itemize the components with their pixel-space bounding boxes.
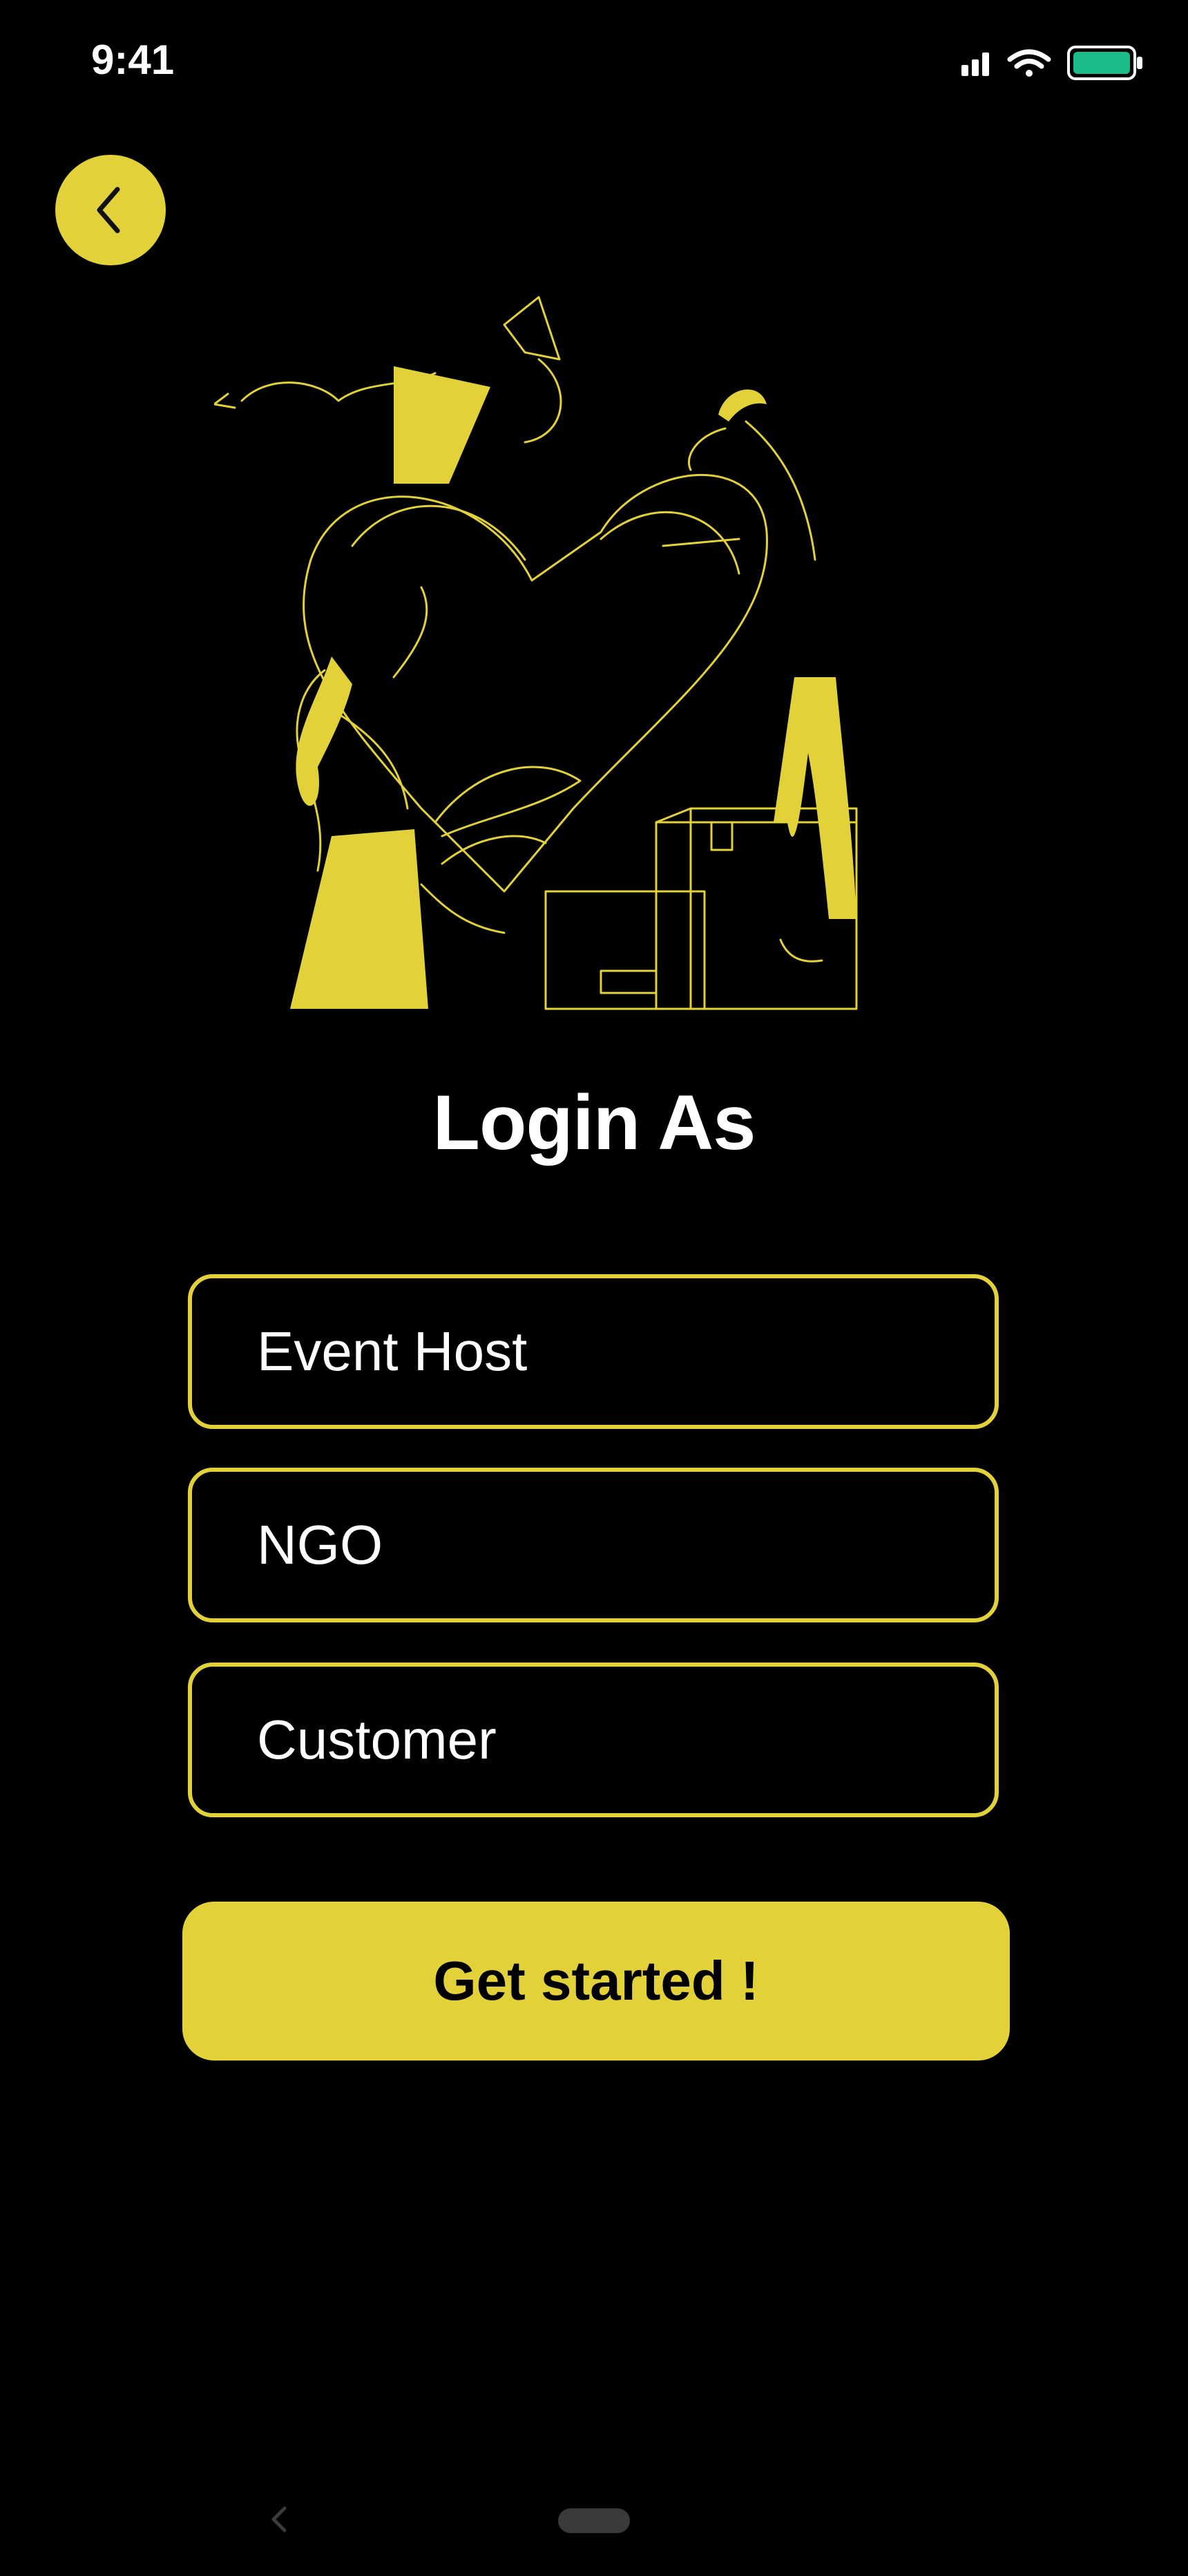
chevron-left-icon: [97, 187, 120, 234]
battery-icon: [1067, 46, 1142, 80]
page-title: Login As: [432, 1079, 756, 1166]
option-event-host[interactable]: Event Host: [188, 1274, 999, 1429]
nav-back-icon[interactable]: [267, 2504, 291, 2535]
status-time: 9:41: [91, 37, 175, 83]
option-customer[interactable]: Customer: [188, 1663, 999, 1817]
get-started-button[interactable]: Get started !: [182, 1902, 1010, 2061]
option-ngo[interactable]: NGO: [188, 1468, 999, 1622]
back-button[interactable]: [55, 155, 166, 265]
box-small: [544, 890, 706, 1010]
home-indicator[interactable]: [558, 2508, 630, 2533]
status-icons: [961, 46, 1142, 80]
hero-illustration: [214, 296, 858, 1010]
signal-icon: [961, 53, 989, 76]
wifi-icon: [1007, 49, 1051, 77]
heart-shape: [303, 473, 768, 893]
